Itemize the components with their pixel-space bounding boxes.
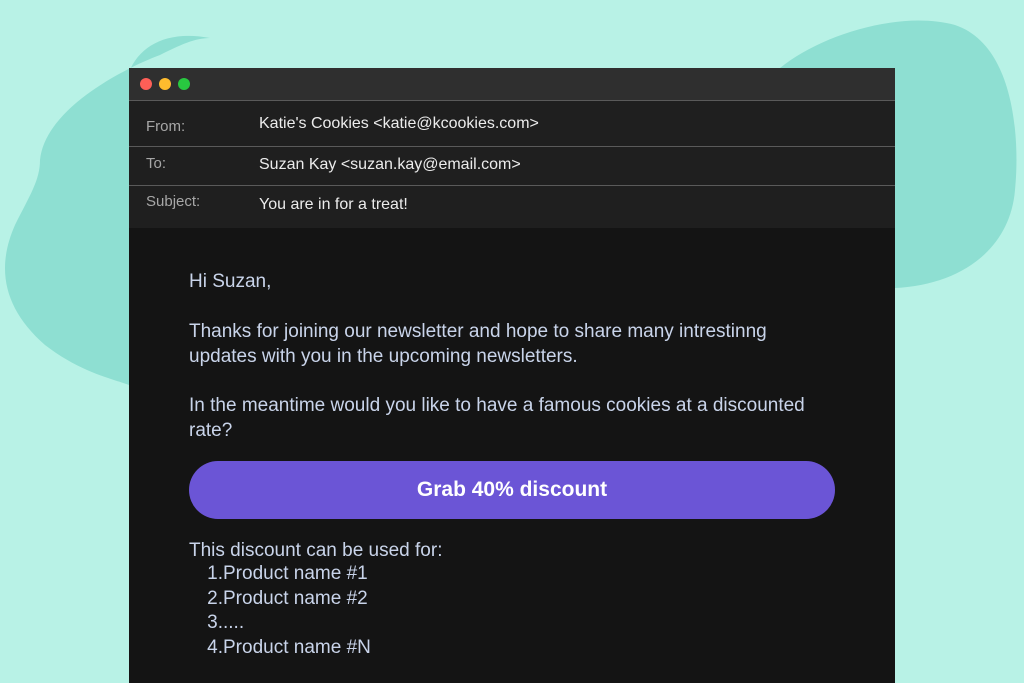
list-item-text: Product name #1 — [223, 563, 368, 584]
list-item: 3..... — [189, 611, 371, 636]
list-item-number: 3. — [207, 612, 223, 633]
list-item: 1. Product name #1 — [189, 562, 371, 587]
discount-usage-intro: This discount can be used for: — [189, 540, 443, 561]
list-item-number: 2. — [207, 587, 223, 609]
subject-label: Subject: — [146, 193, 201, 210]
greeting: Hi Suzan, — [189, 271, 272, 292]
subject-value: You are in for a treat! — [259, 196, 408, 213]
grab-discount-button[interactable]: Grab 40% discount — [189, 461, 835, 519]
list-item-number: 4. — [207, 636, 223, 658]
from-label: From: — [146, 118, 186, 135]
minimize-window-button[interactable] — [159, 78, 171, 90]
list-item-number: 1. — [207, 563, 223, 584]
maximize-window-button[interactable] — [178, 78, 190, 90]
list-item-text: Product name #N — [223, 636, 371, 658]
from-value: Katie's Cookies <katie@kcookies.com> — [259, 115, 539, 132]
window-titlebar — [129, 68, 895, 100]
list-item-text: Product name #2 — [223, 587, 368, 609]
email-window: From: Katie's Cookies <katie@kcookies.co… — [129, 68, 895, 683]
list-item: 2. Product name #2 — [189, 587, 371, 612]
close-window-button[interactable] — [140, 78, 152, 90]
list-item: 4. Product name #N — [189, 636, 371, 661]
subject-row: Subject: You are in for a treat! — [129, 185, 895, 228]
to-row: To: Suzan Kay <suzan.kay@email.com> — [129, 146, 895, 185]
offer-paragraph: In the meantime would you like to have a… — [189, 395, 805, 441]
to-value: Suzan Kay <suzan.kay@email.com> — [259, 156, 521, 173]
email-body: Hi Suzan, Thanks for joining our newslet… — [129, 228, 895, 683]
product-list: 1. Product name #1 2. Product name #2 3...… — [189, 562, 371, 660]
from-row: From: Katie's Cookies <katie@kcookies.co… — [129, 100, 895, 146]
list-item-text: .... — [223, 612, 245, 633]
to-label: To: — [146, 155, 167, 172]
intro-paragraph: Thanks for joining our newsletter and ho… — [189, 321, 767, 367]
